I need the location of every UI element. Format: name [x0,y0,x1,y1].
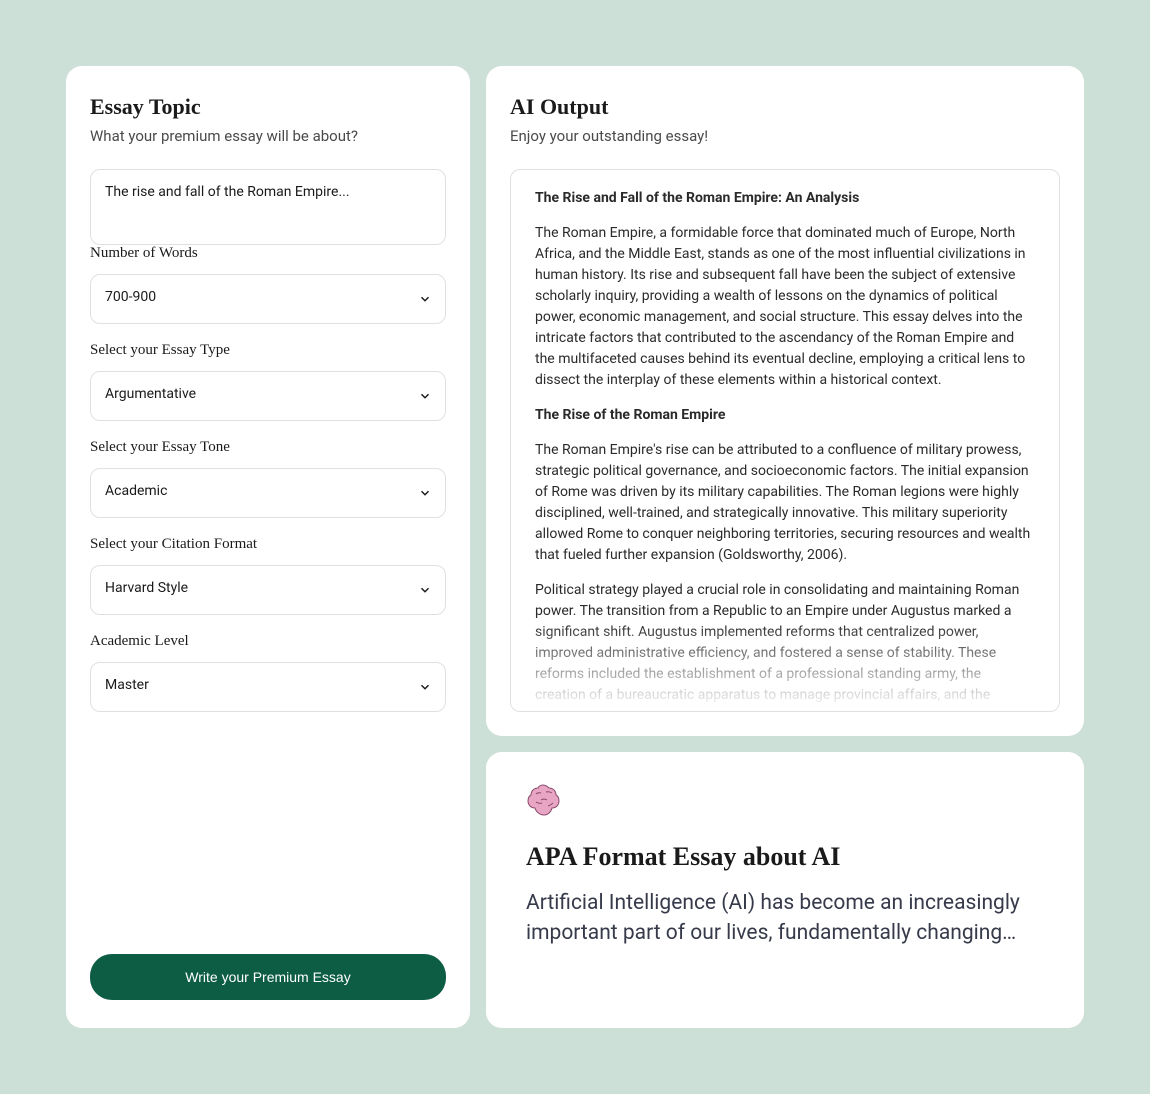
essay-paragraph: The Roman Empire, a formidable force tha… [535,223,1035,391]
ai-output-panel: AI Output Enjoy your outstanding essay! … [486,66,1084,736]
words-select[interactable]: 700-900 [90,274,446,324]
essay-topic-subtitle: What your premium essay will be about? [90,127,446,145]
essay-paragraph: Political strategy played a crucial role… [535,580,1035,712]
essay-paragraph: The Roman Empire's rise can be attribute… [535,440,1035,566]
essay-topic-input[interactable] [90,169,446,245]
citation-format-label: Select your Citation Format [90,536,446,553]
essay-type-select[interactable]: Argumentative [90,371,446,421]
essay-tone-select[interactable]: Academic [90,468,446,518]
essay-tone-label: Select your Essay Tone [90,439,446,456]
essay-type-label: Select your Essay Type [90,342,446,359]
essay-topic-title: Essay Topic [90,94,446,120]
apa-card-text: Artificial Intelligence (AI) has become … [526,888,1044,949]
academic-level-label: Academic Level [90,633,446,650]
words-label: Number of Words [90,245,446,262]
apa-card-title: APA Format Essay about AI [526,842,1044,872]
write-essay-button[interactable]: Write your Premium Essay [90,954,446,1000]
essay-heading: The Rise of the Roman Empire [535,405,1035,426]
ai-output-title: AI Output [510,94,1060,120]
essay-heading: The Rise and Fall of the Roman Empire: A… [535,188,1035,209]
apa-essay-card[interactable]: APA Format Essay about AI Artificial Int… [486,752,1084,1028]
essay-output-content: The Rise and Fall of the Roman Empire: A… [510,169,1060,712]
brain-icon [526,782,568,818]
academic-level-select[interactable]: Master [90,662,446,712]
essay-form-panel: Essay Topic What your premium essay will… [66,66,470,1028]
citation-format-select[interactable]: Harvard Style [90,565,446,615]
ai-output-subtitle: Enjoy your outstanding essay! [510,127,1060,145]
